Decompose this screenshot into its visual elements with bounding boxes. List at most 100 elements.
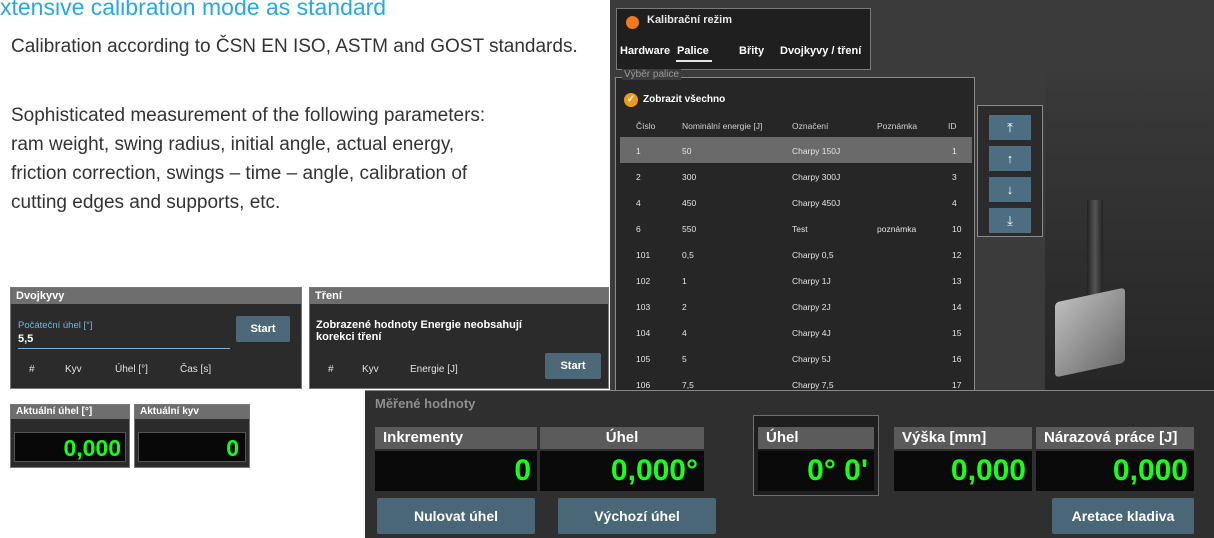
active-tab-indicator: [676, 60, 712, 62]
table-cell-id: 14: [952, 302, 962, 312]
treni-start-button[interactable]: Start: [545, 353, 601, 379]
increments-label: Inkrementy: [375, 427, 537, 449]
table-cell-cislo: 6: [636, 224, 641, 234]
table-cell-energie: 550: [682, 224, 697, 234]
table-cell-energie: 2: [682, 302, 687, 312]
reset-angle-button[interactable]: Nulovat úhel: [377, 498, 535, 534]
table-cell-energie: 450: [682, 198, 697, 208]
increments-value: 0: [375, 451, 537, 491]
treni-title: Tření: [310, 288, 608, 304]
initial-angle-input[interactable]: 5,5: [18, 333, 33, 345]
table-cell-id: 12: [952, 250, 962, 260]
paragraph-parameters: Sophisticated measurement of the followi…: [11, 105, 486, 213]
table-cell-energie: 1: [682, 276, 687, 286]
column-header-energie[interactable]: Nominální energie [J]: [682, 121, 762, 131]
tab-brity[interactable]: Břity: [739, 45, 764, 57]
angle-value: 0,000°: [540, 451, 704, 491]
table-cell-energie: 0,5: [682, 250, 694, 260]
impact-energy-label: Nárazová práce [J]: [1036, 427, 1194, 449]
table-cell-id: 10: [952, 224, 962, 234]
table-cell-cislo: 101: [636, 250, 651, 260]
move-top-button[interactable]: ⤒: [989, 115, 1031, 140]
table-cell-energie: 7,5: [682, 380, 694, 390]
dvojkyvy-title: Dvojkyvy: [11, 288, 301, 304]
table-row[interactable]: 102 1 Charpy 1J 13: [620, 267, 972, 293]
table-cell-oznaceni: Test: [792, 224, 808, 234]
column-header-id[interactable]: ID: [948, 121, 957, 131]
tab-palice[interactable]: Palice: [677, 45, 709, 57]
lock-hammer-button[interactable]: Aretace kladiva: [1052, 498, 1194, 534]
table-cell-id: 15: [952, 328, 962, 338]
table-cell-cislo: 104: [636, 328, 651, 338]
impact-energy-value: 0,000: [1036, 451, 1194, 491]
page-heading: xtensive calibration mode as standard: [0, 0, 387, 20]
default-angle-button[interactable]: Výchozí úhel: [558, 498, 716, 534]
table-cell-cislo: 4: [636, 198, 641, 208]
window-title: Kalibrační režim: [647, 14, 732, 26]
dvojkyvy-start-button[interactable]: Start: [236, 316, 290, 342]
treni-col-kyv: Kyv: [362, 364, 379, 375]
angle-dms-label: Úhel: [758, 427, 874, 449]
move-down-button[interactable]: ↓: [989, 177, 1031, 202]
table-cell-id: 16: [952, 354, 962, 364]
table-row[interactable]: 105 5 Charpy 5J 16: [620, 345, 972, 371]
table-row[interactable]: 103 2 Charpy 2J 14: [620, 293, 972, 319]
paragraph-standards: Calibration according to ČSN EN ISO, AST…: [11, 36, 578, 57]
table-row[interactable]: 4 450 Charpy 450J 4: [620, 189, 972, 215]
table-cell-energie: 5: [682, 354, 687, 364]
table-cell-cislo: 103: [636, 302, 651, 312]
tab-dvojkyvy-treni[interactable]: Dvojkyvy / tření: [780, 45, 861, 57]
current-angle-value: 0,000: [14, 432, 126, 462]
treni-message: Zobrazené hodnoty Energie neobsahují kor…: [316, 319, 522, 343]
table-cell-energie: 4: [682, 328, 687, 338]
table-cell-id: 4: [952, 198, 957, 208]
table-cell-id: 1: [952, 146, 957, 156]
height-label: Výška [mm]: [894, 427, 1032, 449]
panel-legend: Výběr palice: [622, 69, 682, 80]
move-up-button[interactable]: ↑: [989, 146, 1031, 171]
table-cell-cislo: 105: [636, 354, 651, 364]
show-all-label[interactable]: Zobrazit všechno: [643, 94, 725, 105]
table-cell-cislo: 102: [636, 276, 651, 286]
table-row[interactable]: 6 550 Test poznámka 10: [620, 215, 972, 241]
current-swing-label: Aktuální kyv: [135, 405, 249, 419]
table-cell-id: 17: [952, 380, 962, 390]
column-header-cislo[interactable]: Číslo: [636, 121, 655, 131]
dvojkyvy-col-index: #: [29, 364, 35, 375]
table-cell-oznaceni: Charpy 450J: [792, 198, 841, 208]
measured-values-legend: Měřené hodnoty: [375, 396, 476, 411]
current-swing-value: 0: [138, 432, 246, 462]
table-row[interactable]: 101 0,5 Charpy 0,5 12: [620, 241, 972, 267]
table-cell-id: 13: [952, 276, 962, 286]
table-cell-oznaceni: Charpy 7,5: [792, 380, 834, 390]
table-cell-oznaceni: Charpy 1J: [792, 276, 831, 286]
table-row[interactable]: 2 300 Charpy 300J 3: [620, 163, 972, 189]
dvojkyvy-col-uhel: Úhel [°]: [115, 364, 148, 375]
column-header-poznamka[interactable]: Poznámka: [877, 121, 917, 131]
table-cell-oznaceni: Charpy 150J: [792, 146, 841, 156]
height-value: 0,000: [894, 451, 1032, 491]
table-cell-cislo: 2: [636, 172, 641, 182]
initial-angle-underline: [18, 348, 230, 349]
table-cell-oznaceni: Charpy 5J: [792, 354, 831, 364]
move-bottom-button[interactable]: ⤓: [989, 208, 1031, 233]
table-cell-cislo: 1: [636, 146, 641, 156]
dvojkyvy-col-kyv: Kyv: [65, 364, 82, 375]
initial-angle-label: Počáteční úhel [°]: [18, 320, 93, 331]
hammer-head-image: [1055, 287, 1125, 378]
table-cell-energie: 50: [682, 146, 692, 156]
table-row[interactable]: 104 4 Charpy 4J 15: [620, 319, 972, 345]
angle-dms-value: 0° 0': [758, 451, 874, 491]
treni-col-energie: Energie [J]: [410, 364, 458, 375]
table-cell-oznaceni: Charpy 0,5: [792, 250, 834, 260]
angle-label: Úhel: [540, 427, 704, 449]
table-row[interactable]: 1 50 Charpy 150J 1: [620, 137, 972, 163]
tab-hardware[interactable]: Hardware: [620, 45, 670, 57]
table-cell-oznaceni: Charpy 300J: [792, 172, 841, 182]
table-cell-id: 3: [952, 172, 957, 182]
checkbox-checked-icon[interactable]: ✓: [624, 93, 638, 107]
dvojkyvy-col-cas: Čas [s]: [180, 364, 212, 375]
column-header-oznaceni[interactable]: Označení: [792, 121, 828, 131]
table-cell-energie: 300: [682, 172, 697, 182]
table-cell-oznaceni: Charpy 2J: [792, 302, 831, 312]
